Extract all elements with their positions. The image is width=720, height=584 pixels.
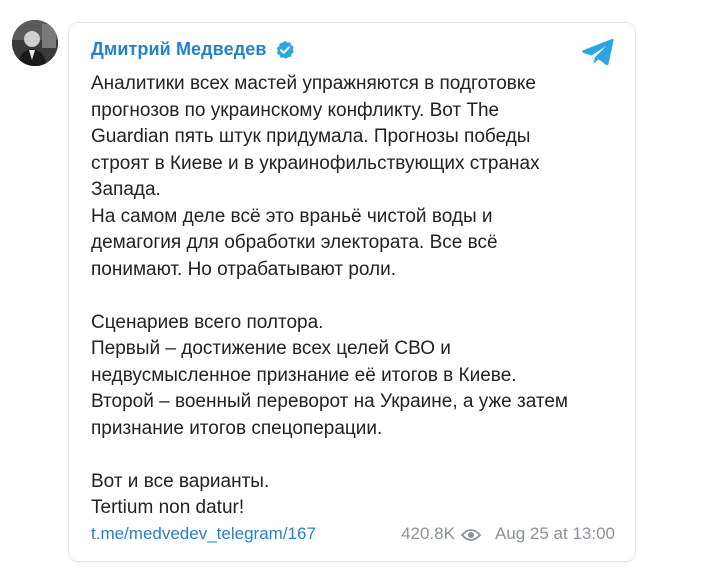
verified-badge-icon [275, 40, 295, 60]
view-count: 420.8K [401, 524, 455, 543]
author-name[interactable]: Дмитрий Медведев [91, 39, 267, 60]
post-date: Aug 25 at 13:00 [494, 524, 615, 543]
avatar-photo [12, 20, 58, 66]
post-meta: 420.8K Aug 25 at 13:00 [401, 524, 615, 544]
eye-icon [460, 527, 482, 541]
post-footer: t.me/medvedev_telegram/167 420.8K Aug 25… [91, 523, 615, 545]
post-card: Дмитрий Медведев Аналитики всех мастей у… [68, 22, 636, 562]
avatar[interactable] [12, 20, 58, 66]
message-text: Аналитики всех мастей упражняются в подг… [91, 73, 568, 518]
post-link[interactable]: t.me/medvedev_telegram/167 [91, 524, 316, 544]
post-header: Дмитрий Медведев [91, 39, 295, 60]
telegram-logo-icon[interactable] [581, 37, 615, 67]
